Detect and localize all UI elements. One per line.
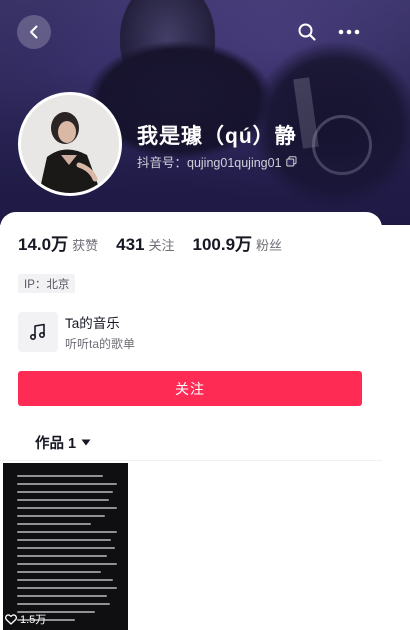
tab-works-label: 作品 1 <box>35 436 77 452</box>
stat-value: 100.9万 <box>192 235 253 254</box>
tab-works[interactable]: 作品 1 <box>35 432 91 453</box>
account-id-row[interactable]: 抖音号：qujing01qujing01 <box>137 152 297 171</box>
music-title: Ta的音乐 <box>65 316 120 331</box>
stat-label: 关注 <box>148 238 175 253</box>
music-subtitle: 听听ta的歌单 <box>65 337 136 351</box>
back-icon <box>30 25 38 39</box>
stat-likes[interactable]: 14.0万 获赞 <box>18 230 98 255</box>
music-entry[interactable]: Ta的音乐 听听ta的歌单 <box>18 312 135 352</box>
stat-value: 431 <box>116 235 145 254</box>
stat-label: 粉丝 <box>256 238 283 253</box>
music-icon <box>29 323 46 341</box>
stat-followers[interactable]: 100.9万 粉丝 <box>193 230 283 255</box>
stats-row: 14.0万 获赞 431 关注 100.9万 粉丝 <box>18 230 282 255</box>
more-button[interactable] <box>332 15 366 49</box>
search-icon <box>298 23 316 41</box>
dropdown-icon <box>81 439 91 446</box>
more-icon <box>338 29 360 35</box>
stat-following[interactable]: 431 关注 <box>116 235 174 255</box>
avatar-image <box>21 95 119 193</box>
copy-icon[interactable] <box>285 156 297 167</box>
search-button[interactable] <box>290 15 324 49</box>
account-id: 抖音号：qujing01qujing01 <box>137 156 282 170</box>
video-like-count: 1.5万 <box>5 611 46 627</box>
back-button[interactable] <box>17 15 51 49</box>
thumbnail-text-block <box>17 475 117 627</box>
avatar[interactable] <box>18 92 122 196</box>
ip-location-tag: IP：北京 <box>18 274 76 293</box>
heart-icon <box>5 613 17 625</box>
like-count-text: 1.5万 <box>20 614 47 626</box>
stat-value: 14.0万 <box>18 235 69 254</box>
music-icon-box <box>18 312 58 352</box>
video-thumbnail[interactable] <box>3 463 128 630</box>
display-name: 我是璩（qú）静 <box>137 125 297 148</box>
stat-label: 获赞 <box>72 238 99 253</box>
follow-button[interactable]: 关注 <box>18 371 362 406</box>
